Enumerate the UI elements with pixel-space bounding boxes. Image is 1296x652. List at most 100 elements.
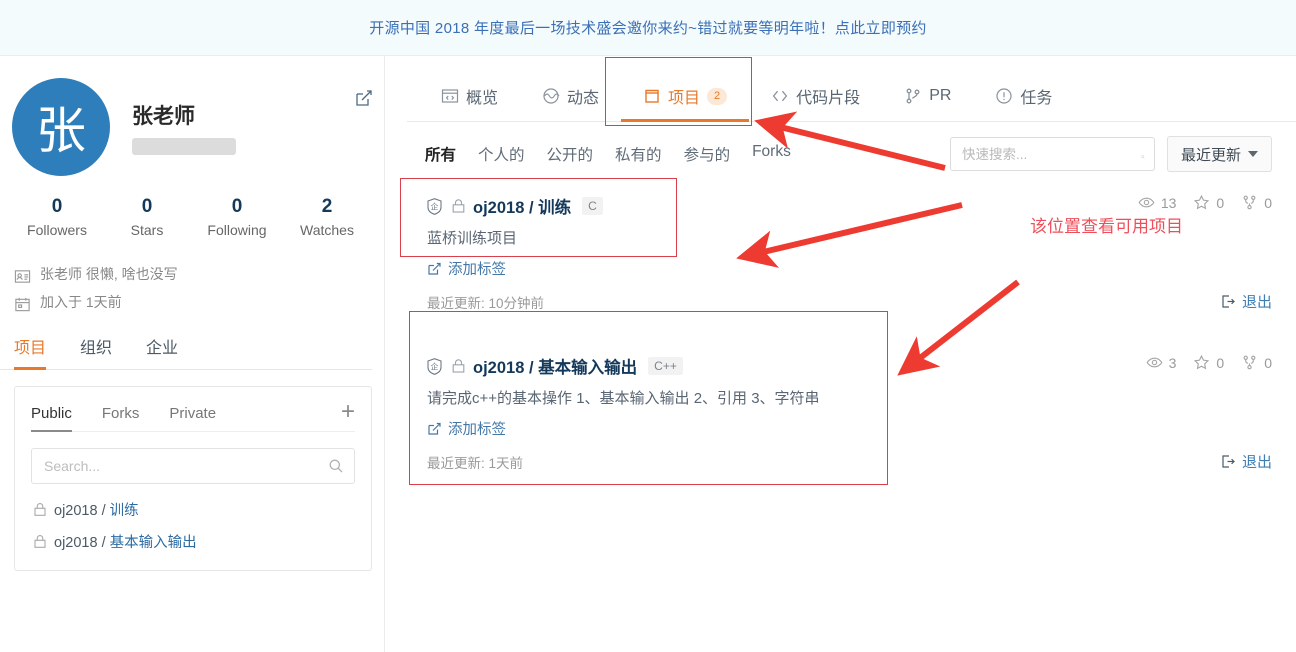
filter-participated[interactable]: 参与的 (684, 143, 731, 165)
project-list: 企 oj2018 / 训练 C 蓝桥训练项目 添加标签 最近更新: 10分钟前 … (407, 172, 1296, 482)
tab-activity-label: 动态 (567, 90, 600, 107)
main-content: 概览 动态 项目 2 代码片段 PR 任务 所有 个人的 公开的 私有的 参与的… (385, 56, 1296, 482)
quit-project-button[interactable]: 退出 (1221, 451, 1272, 472)
add-tag-button[interactable]: 添加标签 (425, 248, 506, 279)
calendar-icon (14, 294, 31, 311)
project-separator: / (528, 359, 534, 377)
avatar[interactable]: 张 (12, 78, 110, 176)
project-fork-count: 0 (1264, 354, 1272, 371)
stat-following[interactable]: 0 Following (192, 194, 282, 238)
stat-followers[interactable]: 0 Followers (12, 194, 102, 238)
filter-controls: 最近更新 (949, 136, 1296, 172)
enterprise-badge-icon: 企 (425, 357, 444, 376)
profile-bio: 张老师 很懒, 啥也没写 加入于 1天前 (0, 238, 384, 316)
tab-projects[interactable]: 项目 2 (621, 78, 750, 122)
search-input[interactable] (42, 457, 328, 475)
promo-banner: 开源中国 2018 年度最后一场技术盛会邀你来约~错过就要等明年啦！点此立即预约 (0, 0, 1296, 56)
exit-icon (1221, 454, 1236, 469)
filter-public[interactable]: 公开的 (547, 143, 594, 165)
search-icon[interactable] (1141, 146, 1145, 162)
plus-icon[interactable]: + (341, 400, 355, 427)
stat-watches-label: Watches (300, 222, 354, 238)
sidebar-repo-name: 基本输入输出 (109, 535, 197, 551)
quit-project-label: 退出 (1241, 294, 1272, 311)
project-updated: 最近更新: 10分钟前 (427, 295, 545, 311)
list-item: 企 oj2018 / 基本输入输出 C++ 请完成c++的基本操作 1、基本输入… (425, 322, 1272, 482)
star-icon (1193, 194, 1210, 211)
profile-sidebar: 张 张老师 0 Followers 0 Stars 0 Following 2 … (0, 56, 385, 652)
tab-pr[interactable]: PR (882, 81, 973, 119)
project-watch-count: 3 (1168, 354, 1177, 371)
stat-stars[interactable]: 0 Stars (102, 194, 192, 238)
tab-pr-label: PR (929, 87, 952, 104)
sidebar-repo-sep: / (101, 503, 106, 519)
stat-watches[interactable]: 2 Watches (282, 194, 372, 238)
project-footer: 最近更新: 1天前 退出 (425, 439, 1272, 472)
project-filters: 所有 个人的 公开的 私有的 参与的 Forks (425, 143, 791, 165)
sidebar-repo-link[interactable]: oj2018 / 训练 (54, 499, 139, 520)
filter-personal[interactable]: 个人的 (478, 143, 525, 165)
tab-code-snippets[interactable]: 代码片段 (749, 78, 882, 122)
project-description: 请完成c++的基本操作 1、基本输入输出 2、引用 3、字符串 (427, 390, 820, 407)
project-star-stat[interactable]: 0 (1193, 354, 1224, 371)
quick-search-box[interactable] (949, 137, 1155, 171)
bio-description-text: 张老师 很懒, 啥也没写 (40, 266, 178, 282)
stat-stars-value: 0 (141, 196, 153, 217)
eye-icon (1138, 194, 1155, 211)
overview-icon (441, 87, 459, 105)
sidebar-repo-sep: / (101, 535, 106, 551)
sidebar-tab-enterprises[interactable]: 企业 (146, 334, 178, 370)
repo-panel-search[interactable] (31, 448, 355, 484)
tab-issues[interactable]: 任务 (973, 78, 1074, 122)
project-watch-stat[interactable]: 13 (1138, 194, 1177, 211)
sidebar-tab-projects[interactable]: 项目 (14, 334, 47, 370)
sidebar-tab-organizations[interactable]: 组织 (80, 334, 112, 370)
project-watch-stat[interactable]: 3 (1146, 354, 1177, 371)
search-icon[interactable] (328, 458, 344, 474)
project-stats: 3 0 0 (1146, 354, 1272, 371)
quick-search-input[interactable] (959, 145, 1141, 163)
add-tag-label: 添加标签 (448, 422, 506, 438)
project-star-count: 0 (1216, 354, 1225, 371)
sort-dropdown[interactable]: 最近更新 (1166, 136, 1272, 172)
project-fork-stat[interactable]: 0 (1241, 354, 1272, 371)
sidebar-repo-owner: oj2018 (54, 535, 98, 551)
project-name: 训练 (538, 199, 572, 217)
tab-activity[interactable]: 动态 (520, 78, 621, 122)
page-body: 张 张老师 0 Followers 0 Stars 0 Following 2 … (0, 56, 1296, 652)
project-fork-stat[interactable]: 0 (1241, 194, 1272, 211)
project-star-count: 0 (1216, 194, 1225, 211)
filter-all[interactable]: 所有 (425, 143, 456, 165)
fork-icon (1241, 354, 1258, 371)
svg-text:企: 企 (431, 361, 439, 371)
main-tabs: 概览 动态 项目 2 代码片段 PR 任务 (407, 56, 1296, 122)
stat-watches-value: 2 (321, 196, 333, 217)
repo-panel-tab-private[interactable]: Private (169, 399, 216, 432)
project-description: 蓝桥训练项目 (427, 230, 518, 247)
project-owner: oj2018 (473, 199, 525, 217)
star-icon (1193, 354, 1210, 371)
bio-joined-text: 加入于 1天前 (40, 294, 122, 310)
project-title-link[interactable]: oj2018 / 训练 (473, 194, 571, 218)
list-item[interactable]: oj2018 / 基本输入输出 (31, 520, 355, 552)
profile-card-icon (14, 266, 31, 283)
edit-pencil-icon[interactable] (354, 88, 374, 108)
tab-projects-label: 项目 (668, 90, 701, 107)
tag-edit-icon (427, 261, 442, 276)
list-item[interactable]: oj2018 / 训练 (31, 488, 355, 520)
tab-overview[interactable]: 概览 (419, 78, 520, 122)
stat-followers-value: 0 (51, 196, 63, 217)
filter-private[interactable]: 私有的 (615, 143, 662, 165)
repo-panel-tab-forks[interactable]: Forks (102, 399, 140, 432)
issue-icon (995, 87, 1013, 105)
project-title-link[interactable]: oj2018 / 基本输入输出 (473, 354, 637, 378)
quit-project-button[interactable]: 退出 (1221, 291, 1272, 312)
project-watch-count: 13 (1160, 194, 1177, 211)
promo-banner-link[interactable]: 开源中国 2018 年度最后一场技术盛会邀你来约~错过就要等明年啦！点此立即预约 (369, 17, 926, 38)
project-star-stat[interactable]: 0 (1193, 194, 1224, 211)
repo-panel-tab-public[interactable]: Public (31, 399, 72, 432)
sidebar-repo-link[interactable]: oj2018 / 基本输入输出 (54, 531, 197, 552)
pull-request-icon (904, 87, 922, 105)
filter-forks[interactable]: Forks (752, 143, 791, 165)
add-tag-button[interactable]: 添加标签 (425, 408, 506, 439)
